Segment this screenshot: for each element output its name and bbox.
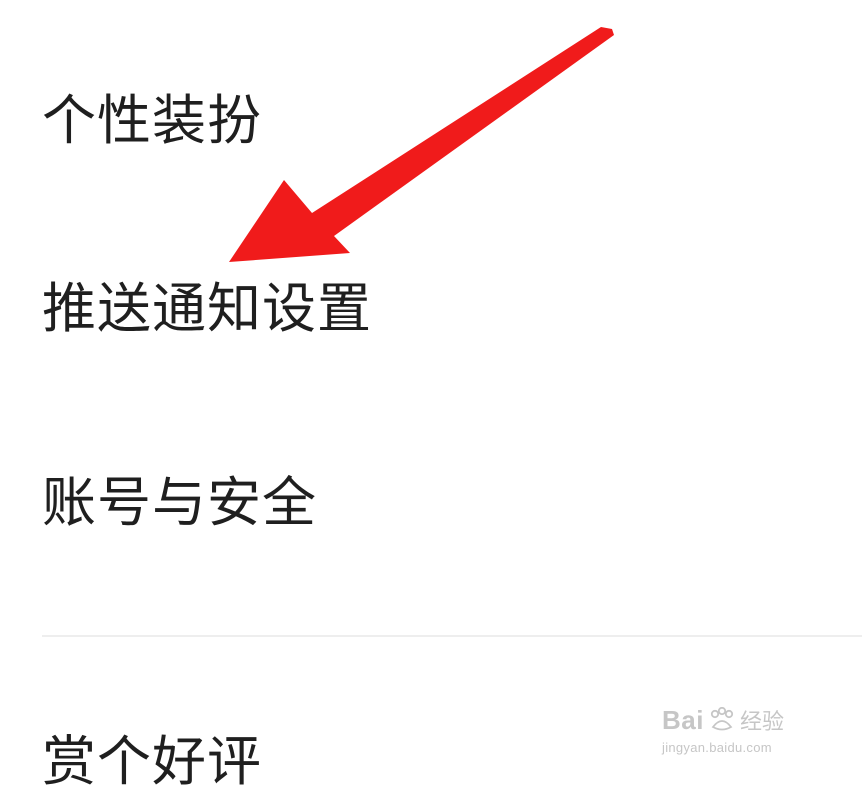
watermark-brand: Bai 经验	[662, 704, 784, 736]
menu-item-push-notification-settings[interactable]: 推送通知设置	[42, 259, 862, 359]
watermark-brand-suffix: 经验	[739, 709, 784, 734]
menu-item-label: 赏个好评	[42, 730, 262, 793]
menu-item-label: 个性装扮	[42, 89, 262, 152]
menu-item-label: 推送通知设置	[42, 277, 372, 340]
menu-item-account-security[interactable]: 账号与安全	[42, 453, 862, 553]
paw-icon	[710, 707, 734, 731]
watermark-brand-text: Bai	[662, 704, 704, 735]
watermark-url: jingyan.baidu.com	[662, 740, 772, 755]
baidu-jingyan-watermark: Bai 经验 jingyan.baidu.com	[660, 692, 820, 762]
menu-item-personal-style[interactable]: 个性装扮	[42, 71, 862, 171]
section-divider	[42, 635, 862, 637]
settings-list: 个性装扮 推送通知设置 账号与安全 赏个好评	[0, 0, 862, 789]
menu-item-label: 账号与安全	[42, 471, 317, 534]
